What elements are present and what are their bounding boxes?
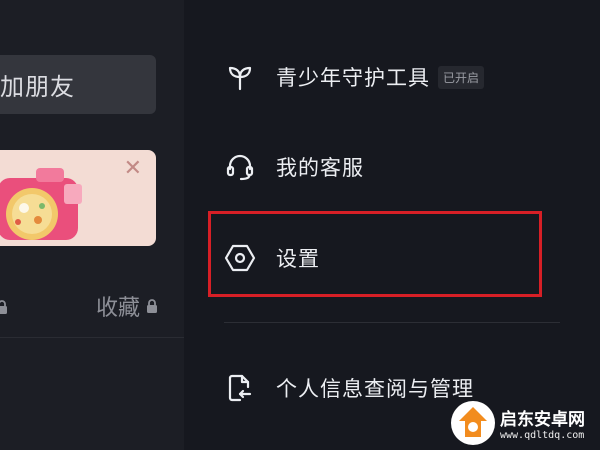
promo-close-icon[interactable]: ✕ (124, 158, 142, 180)
divider (0, 337, 184, 338)
settings-hexagon-icon (222, 240, 258, 276)
profile-tab-row: 收藏 (0, 290, 184, 326)
menu-item-customer-service[interactable]: 我的客服 (222, 147, 364, 187)
menu-label: 青少年守护工具 (276, 66, 430, 90)
add-friend-button[interactable]: 加朋友 (0, 55, 156, 114)
status-badge: 已开启 (438, 65, 485, 89)
left-panel: 加朋友 ✕ 收藏 (0, 0, 184, 450)
divider (224, 322, 560, 323)
side-menu: 青少年守护工具 已开启 我的客服 设置 个人信息查阅与管理 (184, 0, 600, 450)
promo-banner[interactable]: ✕ (0, 150, 156, 246)
watermark-text: 启东安卓网 www.qdltdq.com (500, 405, 585, 441)
lock-icon (0, 299, 8, 319)
menu-label: 个人信息查阅与管理 (276, 377, 474, 401)
tab-favorites[interactable]: 收藏 (96, 290, 158, 322)
document-return-icon (222, 370, 258, 406)
menu-item-personal-info[interactable]: 个人信息查阅与管理 (222, 368, 474, 408)
add-friend-label: 加朋友 (0, 73, 75, 101)
headset-icon (222, 149, 258, 185)
site-watermark: 启东安卓网 www.qdltdq.com (450, 398, 596, 448)
menu-item-settings[interactable]: 设置 (222, 238, 320, 278)
tab-favorites-label: 收藏 (95, 296, 140, 321)
watermark-title: 启东安卓网 (500, 410, 585, 430)
menu-label: 设置 (276, 247, 320, 271)
menu-label: 我的客服 (276, 156, 364, 180)
lock-icon (146, 298, 158, 314)
sprout-icon (222, 59, 258, 95)
watermark-url: www.qdltdq.com (500, 430, 585, 441)
watermark-logo (451, 401, 495, 445)
menu-item-teen-protection[interactable]: 青少年守护工具 已开启 (222, 57, 485, 97)
